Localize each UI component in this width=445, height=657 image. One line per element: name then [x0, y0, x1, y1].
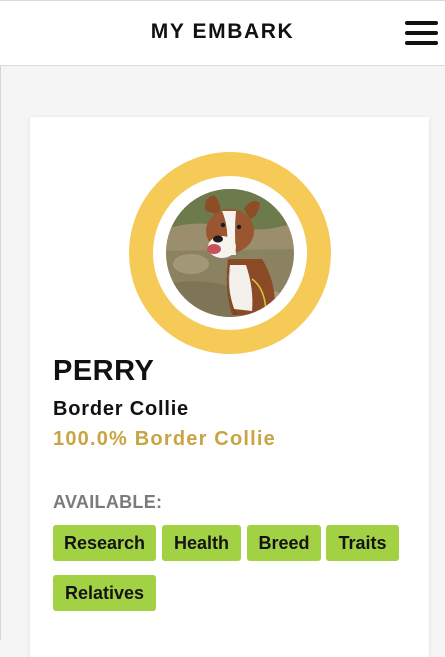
top-header: MY EMBARK — [0, 0, 445, 66]
tag-health[interactable]: Health — [162, 525, 241, 561]
tag-traits[interactable]: Traits — [326, 525, 399, 561]
dog-profile-card: PERRY Border Collie 100.0% Border Collie… — [30, 117, 429, 657]
tag-breed[interactable]: Breed — [247, 525, 321, 561]
dog-name: PERRY — [53, 355, 155, 387]
page-edge-divider — [0, 66, 1, 640]
breed-ring — [129, 152, 331, 354]
tag-research[interactable]: Research — [53, 525, 156, 561]
dog-photo[interactable] — [166, 189, 294, 317]
breed-breakdown: 100.0% Border Collie — [53, 428, 276, 450]
breed-name: Border Collie — [53, 398, 189, 420]
breed-ring-inner — [153, 176, 307, 330]
available-label: AVAILABLE: — [53, 492, 163, 512]
tag-relatives[interactable]: Relatives — [53, 575, 156, 611]
hamburger-menu-icon[interactable] — [405, 21, 438, 45]
page-title: MY EMBARK — [150, 20, 295, 43]
